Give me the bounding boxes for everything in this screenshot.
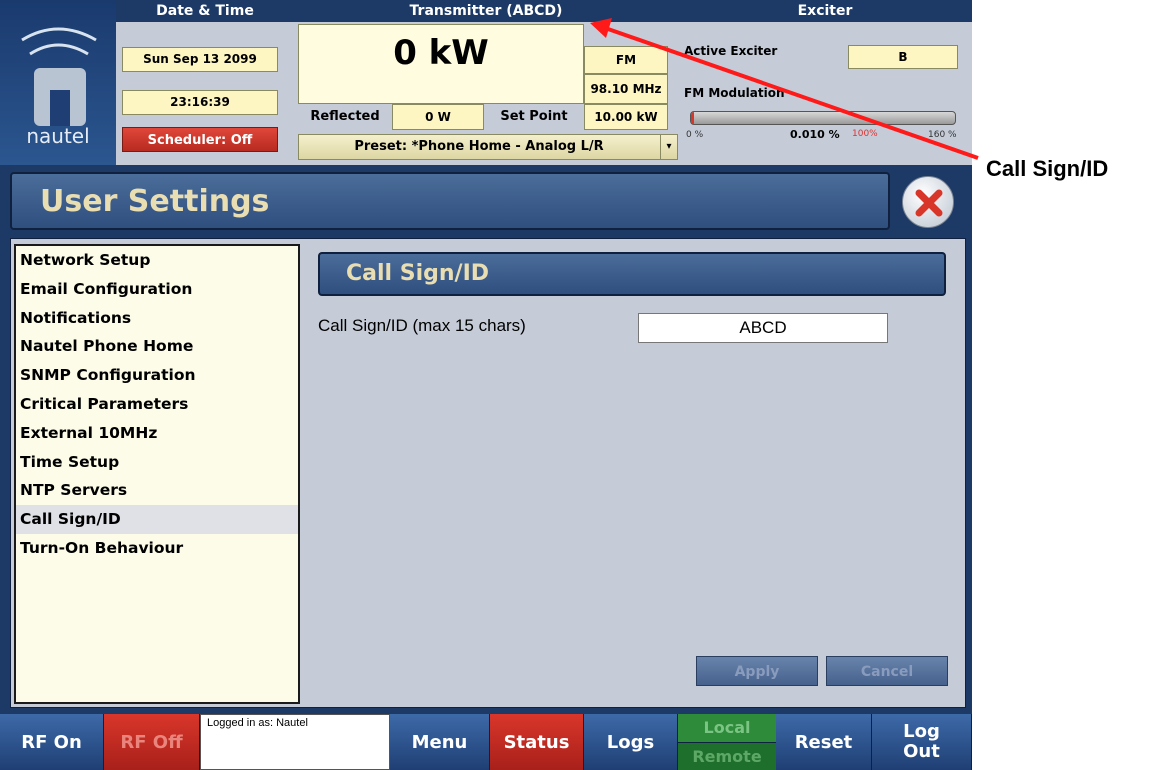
date-time-title: Date & Time <box>156 3 254 19</box>
nav-item-external-10mhz[interactable]: External 10MHz <box>16 419 298 448</box>
fm-modulation-label: FM Modulation <box>684 86 785 100</box>
rf-on-button[interactable]: RF On <box>0 714 104 770</box>
nav-item-critical-parameters[interactable]: Critical Parameters <box>16 390 298 419</box>
modulation-tick-100: 100% <box>852 129 878 139</box>
nav-item-notifications[interactable]: Notifications <box>16 304 298 333</box>
remote-button[interactable]: Remote <box>678 743 776 770</box>
date-display: Sun Sep 13 2099 <box>122 47 278 72</box>
login-status: Logged in as: Nautel <box>200 714 390 770</box>
nautel-logo-icon <box>21 27 97 126</box>
reset-button[interactable]: Reset <box>776 714 872 770</box>
modulation-bar <box>690 111 956 125</box>
cancel-button[interactable]: Cancel <box>826 656 948 686</box>
modulation-tick-160: 160 % <box>928 130 957 140</box>
reflected-label: Reflected <box>310 109 380 124</box>
transmitter-title: Transmitter (ABCD) <box>409 3 563 19</box>
call-sign-input[interactable] <box>638 313 888 343</box>
nav-item-email-configuration[interactable]: Email Configuration <box>16 275 298 304</box>
close-button[interactable] <box>902 176 954 228</box>
setpoint-label: Set Point <box>500 109 568 124</box>
setpoint-value: 10.00 kW <box>584 104 668 130</box>
preset-select[interactable]: Preset: *Phone Home - Analog L/R ▾ <box>298 134 678 160</box>
local-button[interactable]: Local <box>678 714 776 743</box>
page-title: User Settings <box>40 184 270 219</box>
reflected-value: 0 W <box>392 104 484 130</box>
mode-display: FM <box>584 46 668 74</box>
rf-off-button[interactable]: RF Off <box>104 714 200 770</box>
call-sign-label: Call Sign/ID (max 15 chars) <box>318 316 526 335</box>
nav-item-call-sign-id[interactable]: Call Sign/ID <box>16 505 298 534</box>
section-header: Call Sign/ID <box>318 252 946 296</box>
status-button[interactable]: Status <box>490 714 584 770</box>
nav-item-network-setup[interactable]: Network Setup <box>16 246 298 275</box>
modulation-tick-0: 0 % <box>686 130 704 140</box>
nav-item-nautel-phone-home[interactable]: Nautel Phone Home <box>16 332 298 361</box>
menu-button[interactable]: Menu <box>390 714 490 770</box>
logo-panel: nautel <box>0 0 116 165</box>
close-icon <box>915 189 943 217</box>
power-value: 0 kW <box>393 33 489 73</box>
exciter-title: Exciter <box>797 3 853 19</box>
modulation-fill <box>691 112 694 124</box>
logs-button[interactable]: Logs <box>584 714 678 770</box>
settings-nav: Network Setup Email Configuration Notifi… <box>14 244 300 704</box>
time-display: 23:16:39 <box>122 90 278 115</box>
active-exciter-label: Active Exciter <box>684 44 778 58</box>
brand-label: nautel <box>26 124 90 148</box>
scheduler-button[interactable]: Scheduler: Off <box>122 127 278 152</box>
logged-in-text: Logged in as: Nautel <box>207 717 308 729</box>
nav-item-turn-on-behaviour[interactable]: Turn-On Behaviour <box>16 534 298 563</box>
title-bar: User Settings <box>10 172 890 230</box>
frequency-display: 98.10 MHz <box>584 74 668 104</box>
nav-item-ntp-servers[interactable]: NTP Servers <box>16 476 298 505</box>
nautel-screen: nautel Date & Time Sun Sep 13 2099 23:16… <box>0 0 972 770</box>
nav-item-time-setup[interactable]: Time Setup <box>16 448 298 477</box>
power-display: 0 kW <box>298 24 584 104</box>
modulation-value: 0.010 % <box>790 128 840 141</box>
preset-value: Preset: *Phone Home - Analog L/R <box>354 139 604 154</box>
apply-button[interactable]: Apply <box>696 656 818 686</box>
nav-item-snmp-configuration[interactable]: SNMP Configuration <box>16 361 298 390</box>
callout-label: Call Sign/ID <box>986 156 1109 181</box>
section-title: Call Sign/ID <box>346 261 490 286</box>
local-remote-toggle[interactable]: Local Remote <box>678 714 776 770</box>
logout-button[interactable]: Log Out <box>872 714 972 770</box>
active-exciter-value: B <box>848 45 958 69</box>
chevron-down-icon: ▾ <box>660 135 677 159</box>
